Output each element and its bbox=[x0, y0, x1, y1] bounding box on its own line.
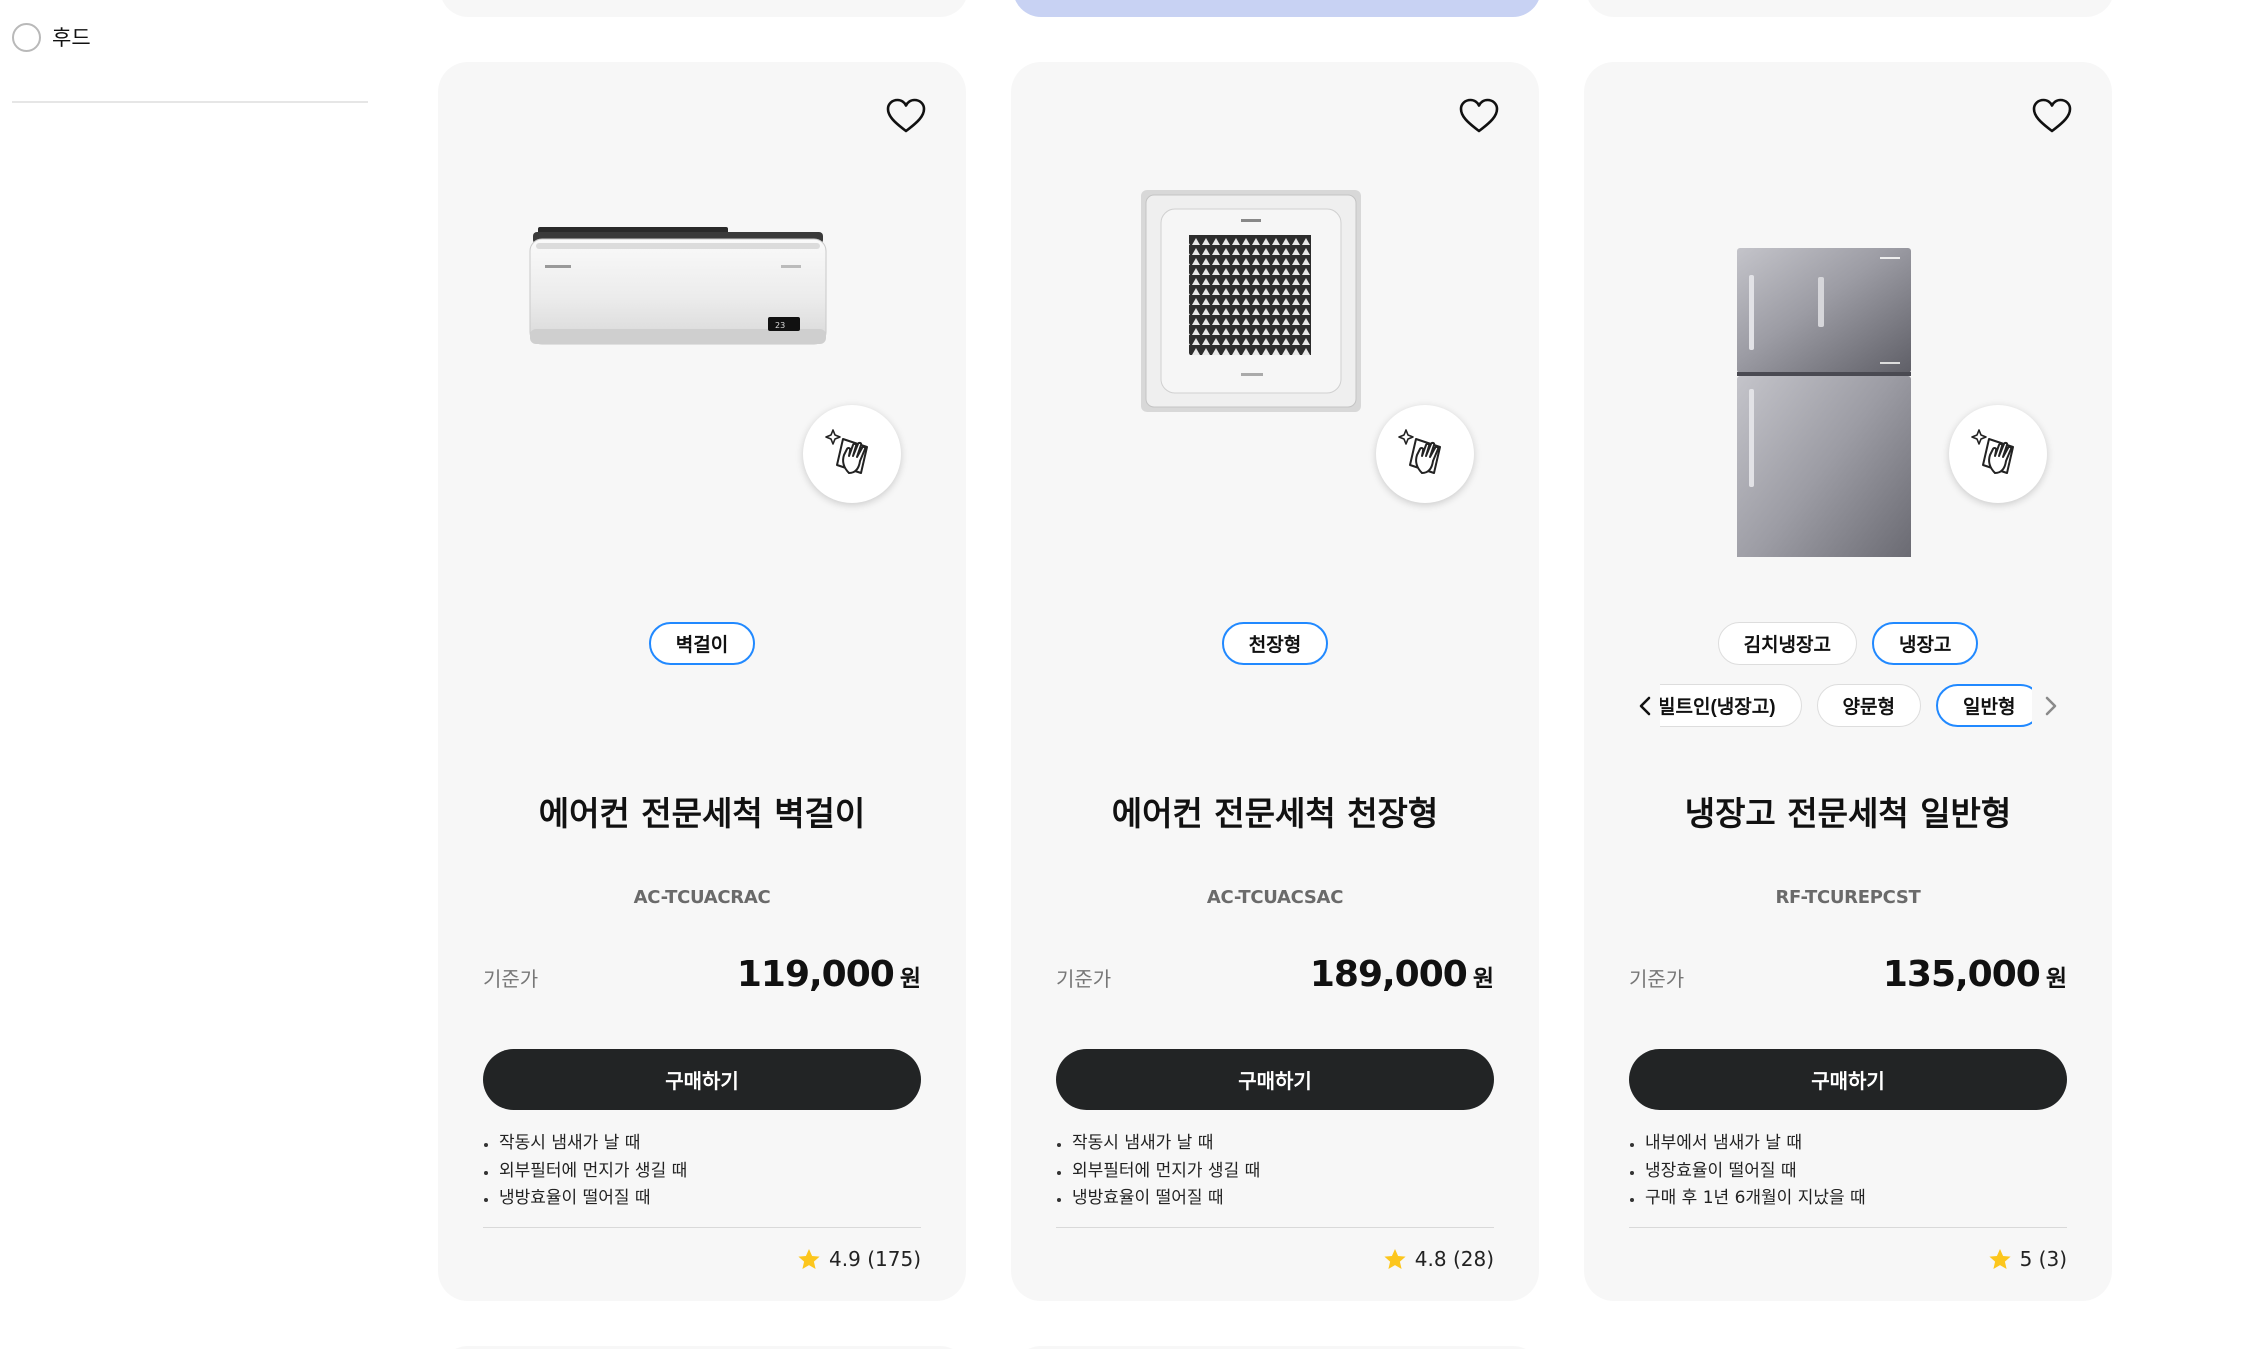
subtype-chip[interactable]: 양문형 bbox=[1816, 684, 1921, 727]
price-label: 기준가 bbox=[1629, 967, 1685, 991]
list-item: 내부에서 냄새가 날 때 bbox=[1629, 1130, 2067, 1158]
price: 189,000 원 bbox=[1310, 954, 1494, 995]
list-item: 작동시 냄새가 날 때 bbox=[483, 1130, 921, 1158]
star-icon bbox=[1988, 1248, 2011, 1269]
cleaning-hand-icon-glyph bbox=[1971, 429, 2014, 474]
product-title: 에어컨 전문세척 벽걸이 bbox=[538, 794, 866, 833]
chevron-right-icon[interactable] bbox=[2038, 694, 2062, 718]
list-item: 냉방효율이 떨어질 때 bbox=[483, 1185, 921, 1213]
price-label: 기준가 bbox=[1056, 967, 1112, 991]
product-image-ceiling-ac bbox=[1011, 157, 1539, 557]
rating-text: 5 (3) bbox=[2019, 1247, 2067, 1271]
list-item: 외부필터에 먼지가 생길 때 bbox=[483, 1158, 921, 1186]
buy-button[interactable]: 구매하기 bbox=[483, 1049, 921, 1110]
product-image-wall-ac: 23 bbox=[438, 157, 966, 557]
cleaning-hand-icon bbox=[1376, 405, 1474, 503]
product-card: 23 벽걸이 에어컨 전문세척 벽걸이 AC-TCUACRAC 기준가 119,… bbox=[438, 62, 966, 1301]
rating[interactable]: 5 (3) bbox=[1988, 1247, 2067, 1271]
svg-text:23: 23 bbox=[775, 321, 785, 330]
cleaning-hand-icon-glyph bbox=[825, 429, 868, 474]
recommend-list: 작동시 냄새가 날 때 외부필터에 먼지가 생길 때 냉방효율이 떨어질 때 bbox=[483, 1130, 921, 1213]
product-card-partial-active[interactable] bbox=[1013, 0, 1541, 17]
recommend-list: 작동시 냄새가 날 때 외부필터에 먼지가 생길 때 냉방효율이 떨어질 때 bbox=[1056, 1130, 1494, 1213]
filter-radio[interactable] bbox=[12, 22, 41, 52]
type-chip[interactable]: 벽걸이 bbox=[648, 622, 756, 665]
rating[interactable]: 4.8 (28) bbox=[1383, 1247, 1494, 1271]
product-title: 냉장고 전문세척 일반형 bbox=[1684, 794, 2012, 833]
product-title: 에어컨 전문세척 천장형 bbox=[1111, 794, 1439, 833]
subtype-chip-track: 빌트인(냉장고) 양문형 일반형 bbox=[1660, 684, 2032, 730]
price-unit: 원 bbox=[2045, 966, 2067, 992]
sidebar-divider bbox=[12, 101, 368, 103]
product-card-partial bbox=[1586, 0, 2114, 17]
category-chip[interactable]: 냉장고 bbox=[1871, 622, 1979, 665]
rating[interactable]: 4.9 (175) bbox=[797, 1247, 921, 1271]
price-value: 189,000 bbox=[1309, 954, 1468, 995]
cleaning-hand-icon-glyph bbox=[1398, 429, 1441, 474]
subtype-chip-list: 빌트인(냉장고) 양문형 일반형 bbox=[1660, 684, 2032, 727]
product-image-fridge bbox=[1584, 157, 2112, 606]
buy-button[interactable]: 구매하기 bbox=[1056, 1049, 1494, 1110]
type-chip-group: 천장형 bbox=[1011, 622, 1539, 665]
subtype-chip-scroller: 빌트인(냉장고) 양문형 일반형 bbox=[1634, 684, 2062, 730]
list-item: 냉방효율이 떨어질 때 bbox=[1056, 1185, 1494, 1213]
subtype-chip[interactable]: 일반형 bbox=[1936, 684, 2032, 727]
wall-ac-illustration: 23 bbox=[529, 227, 827, 345]
list-item: 냉장효율이 떨어질 때 bbox=[1629, 1158, 2067, 1186]
price-row: 기준가 119,000 원 bbox=[483, 954, 921, 1004]
star-icon bbox=[798, 1248, 820, 1269]
category-chip[interactable]: 김치냉장고 bbox=[1717, 622, 1857, 665]
card-divider bbox=[1629, 1227, 2067, 1228]
rating-text: 4.8 (28) bbox=[1414, 1247, 1494, 1271]
list-item: 외부필터에 먼지가 생길 때 bbox=[1056, 1158, 1494, 1186]
price-value: 135,000 bbox=[1882, 954, 2041, 995]
price: 135,000 원 bbox=[1883, 954, 2067, 995]
model-code: AC-TCUACSAC bbox=[1206, 887, 1344, 908]
filter-option-hood[interactable]: 후드 bbox=[12, 22, 91, 52]
card-divider bbox=[483, 1227, 921, 1228]
price: 119,000 원 bbox=[737, 954, 921, 995]
heart-outline-icon[interactable] bbox=[2032, 98, 2072, 134]
product-card: 천장형 에어컨 전문세척 천장형 AC-TCUACSAC 기준가 189,000… bbox=[1011, 62, 1539, 1301]
recommend-list: 내부에서 냄새가 날 때 냉장효율이 떨어질 때 구매 후 1년 6개월이 지났… bbox=[1629, 1130, 2067, 1213]
cleaning-hand-icon bbox=[1949, 405, 2047, 503]
list-item: 구매 후 1년 6개월이 지났을 때 bbox=[1629, 1185, 2067, 1213]
model-code: RF-TCUREPCST bbox=[1775, 887, 1921, 908]
heart-outline-icon[interactable] bbox=[886, 98, 926, 134]
rating-text: 4.9 (175) bbox=[829, 1247, 921, 1271]
ceiling-ac-illustration bbox=[1141, 190, 1361, 412]
filter-option-label: 후드 bbox=[52, 26, 91, 50]
price-value: 119,000 bbox=[736, 954, 895, 995]
category-chip-group: 김치냉장고 냉장고 bbox=[1584, 622, 2112, 665]
buy-button[interactable]: 구매하기 bbox=[1629, 1049, 2067, 1110]
type-chip-group: 벽걸이 bbox=[438, 622, 966, 665]
price-unit: 원 bbox=[899, 966, 921, 992]
star-icon bbox=[1384, 1248, 1406, 1269]
card-divider bbox=[1056, 1227, 1494, 1228]
fridge-illustration bbox=[1737, 248, 1911, 606]
cleaning-hand-icon bbox=[803, 405, 901, 503]
product-card: 김치냉장고 냉장고 빌트인(냉장고) 양문형 일반형 냉장고 전문세척 일반형 … bbox=[1584, 62, 2112, 1301]
price-unit: 원 bbox=[1472, 966, 1494, 992]
subtype-chip[interactable]: 빌트인(냉장고) bbox=[1660, 684, 1802, 727]
list-item: 작동시 냄새가 날 때 bbox=[1056, 1130, 1494, 1158]
price-row: 기준가 135,000 원 bbox=[1629, 954, 2067, 1004]
model-code: AC-TCUACRAC bbox=[633, 887, 771, 908]
price-row: 기준가 189,000 원 bbox=[1056, 954, 1494, 1004]
chevron-left-icon[interactable] bbox=[1634, 694, 1658, 718]
heart-outline-icon[interactable] bbox=[1459, 98, 1499, 134]
type-chip[interactable]: 천장형 bbox=[1221, 622, 1329, 665]
price-label: 기준가 bbox=[483, 967, 539, 991]
product-card-partial bbox=[440, 0, 968, 17]
